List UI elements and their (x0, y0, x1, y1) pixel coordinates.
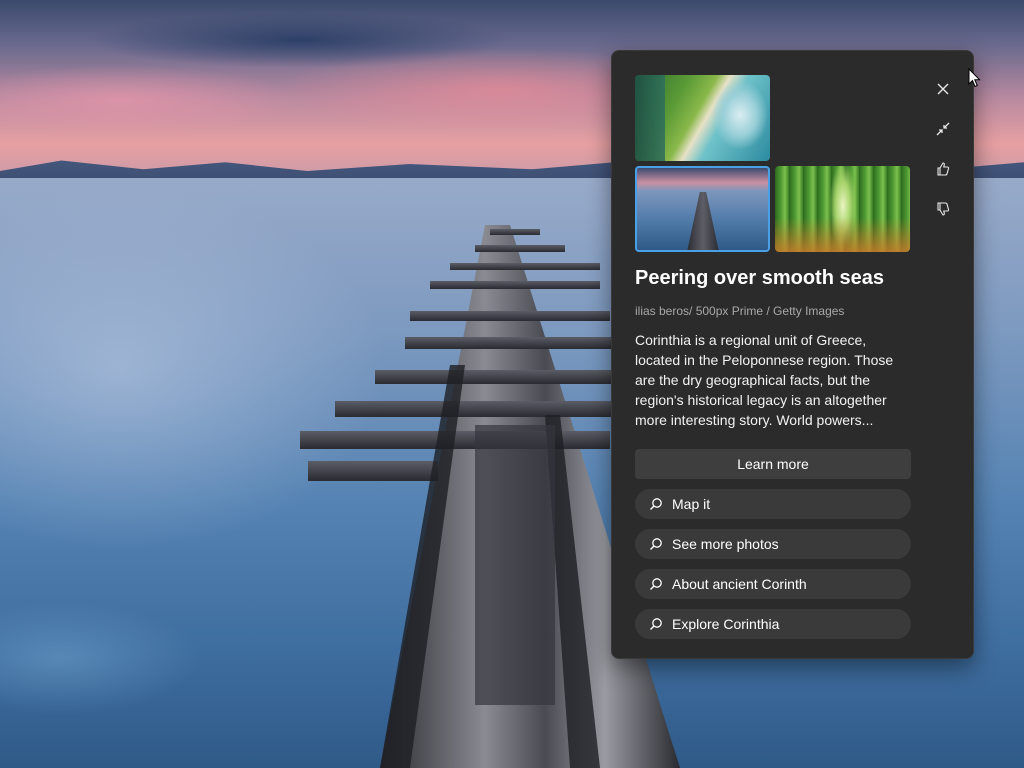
learn-more-button[interactable]: Learn more (635, 449, 911, 479)
collapse-button[interactable] (927, 113, 959, 145)
close-icon (937, 83, 949, 95)
thumbnail-beach[interactable] (635, 75, 770, 161)
search-label: Map it (672, 496, 711, 512)
like-button[interactable] (927, 153, 959, 185)
search-label: See more photos (672, 536, 779, 552)
thumbs-up-icon (937, 162, 950, 176)
thumbnail-pier-selected[interactable] (635, 166, 770, 252)
search-label: Explore Corinthia (672, 616, 780, 632)
image-title: Peering over smooth seas (635, 267, 884, 289)
mouse-cursor-icon (968, 68, 981, 88)
search-icon (649, 537, 663, 551)
search-icon (649, 577, 663, 591)
search-icon (649, 617, 663, 631)
search-icon (649, 497, 663, 511)
search-explore-corinthia-button[interactable]: Explore Corinthia (635, 609, 911, 639)
image-credit: ilias beros/ 500px Prime / Getty Images (635, 304, 845, 318)
search-ancient-corinth-button[interactable]: About ancient Corinth (635, 569, 911, 599)
spotlight-panel: Peering over smooth seas ilias beros/ 50… (611, 50, 974, 659)
search-label: About ancient Corinth (672, 576, 807, 592)
collapse-icon (936, 122, 950, 136)
dislike-button[interactable] (927, 193, 959, 225)
search-more-photos-button[interactable]: See more photos (635, 529, 911, 559)
thumbnail-bamboo[interactable] (775, 166, 910, 252)
search-map-it-button[interactable]: Map it (635, 489, 911, 519)
thumbnail-pier-graphic (687, 192, 719, 250)
close-button[interactable] (927, 73, 959, 105)
thumbs-down-icon (937, 202, 950, 216)
image-description: Corinthia is a regional unit of Greece, … (635, 332, 894, 428)
